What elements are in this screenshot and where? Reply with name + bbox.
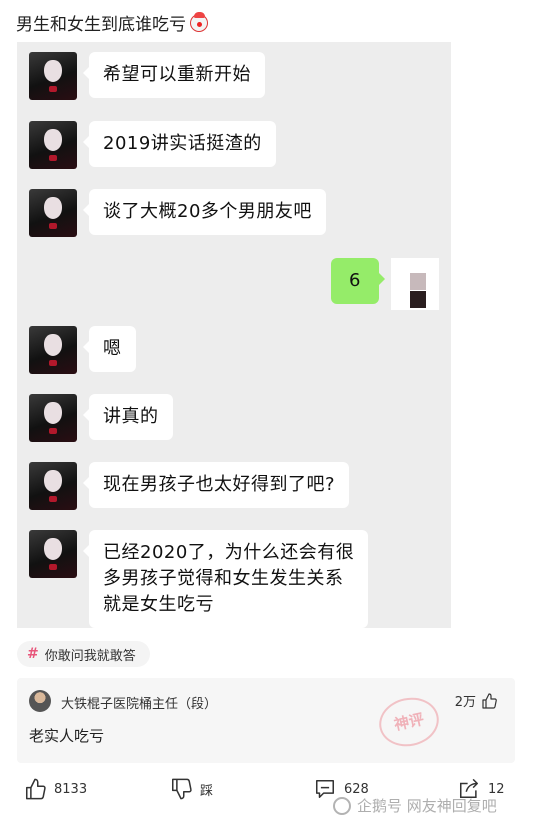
chat-message: 已经2020了，为什么还会有很 多男孩子觉得和女生发生关系 就是女生吃亏	[29, 530, 369, 628]
sender-avatar	[29, 530, 77, 578]
message-bubble: 讲真的	[83, 394, 173, 440]
like-button[interactable]: 8133	[24, 778, 87, 800]
own-avatar	[391, 258, 439, 310]
commenter-name[interactable]: 大铁棍子医院桶主任（段）	[61, 693, 217, 712]
clown-face-icon	[190, 11, 208, 32]
topic-tag[interactable]: # 你敢问我就敢答	[17, 641, 150, 667]
chat-message: 希望可以重新开始	[29, 52, 265, 100]
sender-avatar	[29, 121, 77, 169]
chat-screenshot: 希望可以重新开始 2019讲实话挺渣的 谈了大概20多个男朋友吧 6 嗯 讲真的…	[17, 42, 451, 628]
message-bubble: 谈了大概20多个男朋友吧	[83, 189, 326, 235]
sender-avatar	[29, 189, 77, 237]
watermark-text: 企鹅号 网友神回复吧	[357, 797, 497, 815]
hot-comment[interactable]: 大铁棍子医院桶主任（段） 2万 老实人吃亏 神评	[17, 678, 515, 763]
post-title: 男生和女生到底谁吃亏	[16, 10, 208, 35]
message-bubble: 希望可以重新开始	[83, 52, 265, 98]
message-bubble: 2019讲实话挺渣的	[83, 121, 276, 167]
hashtag-icon: #	[27, 646, 39, 662]
comment-text: 老实人吃亏	[29, 727, 105, 745]
chat-message-own: 6	[331, 258, 439, 310]
post-title-text: 男生和女生到底谁吃亏	[16, 15, 186, 35]
sender-avatar	[29, 326, 77, 374]
message-line: 已经2020了，为什么还会有很	[103, 542, 355, 563]
commenter-avatar[interactable]	[29, 690, 51, 712]
dislike-label: 踩	[200, 783, 214, 799]
chat-message: 谈了大概20多个男朋友吧	[29, 189, 326, 237]
message-line: 就是女生吃亏	[103, 594, 214, 615]
source-watermark: 企鹅号 网友神回复吧	[333, 795, 497, 816]
message-line: 多男孩子觉得和女生发生关系	[103, 568, 344, 589]
message-bubble: 现在男孩子也太好得到了吧?	[82, 462, 350, 508]
sender-avatar	[29, 52, 77, 100]
thumbs-down-icon	[171, 778, 192, 800]
chat-message: 嗯	[29, 326, 136, 374]
chat-message: 2019讲实话挺渣的	[29, 121, 276, 169]
chat-message: 讲真的	[29, 394, 173, 442]
hot-comment-stamp: 神评	[374, 692, 444, 752]
penguin-logo-icon	[333, 796, 351, 815]
sender-avatar	[29, 462, 77, 510]
thumbs-up-icon	[482, 692, 497, 709]
message-bubble: 已经2020了，为什么还会有很 多男孩子觉得和女生发生关系 就是女生吃亏	[82, 530, 369, 628]
message-bubble-own: 6	[331, 258, 385, 304]
message-bubble: 嗯	[83, 326, 136, 372]
thumbs-up-icon	[25, 778, 46, 800]
sender-avatar	[29, 394, 77, 442]
chat-message: 现在男孩子也太好得到了吧?	[29, 462, 350, 510]
comment-like-count: 2万	[454, 695, 476, 710]
topic-tag-label: 你敢问我就敢答	[44, 648, 136, 664]
dislike-button[interactable]: 踩	[170, 778, 213, 800]
comment-like-button[interactable]: 2万	[455, 691, 497, 710]
like-count: 8133	[54, 781, 88, 797]
